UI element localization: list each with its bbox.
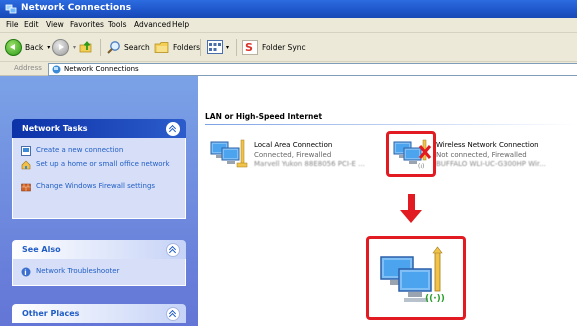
dropdown-arrow-icon[interactable]: ▾ (73, 44, 76, 51)
address-value: Network Connections (64, 65, 139, 73)
see-also-header[interactable]: See Also (12, 240, 186, 259)
network-tasks-body: Create a new connection Set up a home or… (12, 138, 186, 219)
connection-name: Wireless Network Connection (436, 141, 539, 149)
up-folder-icon (79, 41, 92, 53)
see-also-body: i Network Troubleshooter (12, 259, 186, 286)
toolbar-separator (100, 39, 101, 56)
forward-button[interactable]: ▾ (52, 38, 76, 56)
folder-sync-icon: S (242, 39, 258, 55)
folders-label: Folders (173, 42, 201, 52)
firewall-icon (21, 183, 31, 192)
views-button[interactable]: ▾ (207, 39, 229, 55)
home-network-setup-label: Set up a home or small office network (36, 160, 170, 168)
address-field[interactable]: Network Connections (48, 63, 577, 76)
menu-file[interactable]: File (6, 20, 19, 29)
menu-advanced[interactable]: Advanced (134, 20, 171, 29)
wireless-signal-badge: ((·)) (425, 294, 445, 304)
other-places-panel: Other Places (12, 304, 186, 323)
window-title: Network Connections (21, 3, 132, 13)
group-title: LAN or High-Speed Internet (205, 112, 323, 121)
folder-sync-label: Folder Sync (262, 42, 306, 52)
network-tasks-title: Network Tasks (22, 124, 88, 133)
up-folder-button[interactable] (78, 39, 94, 55)
menu-bar: File Edit View Favorites Tools Advanced … (0, 18, 577, 33)
group-divider (205, 124, 577, 125)
local-area-connection-item[interactable]: Local Area Connection Connected, Firewal… (208, 136, 378, 172)
network-connection-icon (210, 139, 248, 168)
connection-name: Local Area Connection (254, 141, 333, 149)
dropdown-arrow-icon[interactable]: ▾ (226, 44, 229, 51)
network-tasks-header[interactable]: Network Tasks (12, 119, 186, 138)
help-icon: i (21, 267, 31, 277)
network-connections-icon (52, 65, 61, 74)
toolbar-separator (200, 39, 201, 56)
network-tasks-panel: Network Tasks Create a new connection Se… (12, 119, 186, 219)
connection-status: Connected, Firewalled (254, 150, 332, 159)
svg-text:i: i (24, 269, 26, 277)
search-label: Search (124, 42, 150, 52)
back-label: Back (25, 42, 44, 52)
forward-arrow-icon (52, 38, 69, 56)
folder-sync-button[interactable]: S Folder Sync (242, 39, 306, 55)
connection-device: BUFFALO WLI-UC-G300HP Wir... (436, 160, 546, 168)
menu-view[interactable]: View (46, 20, 64, 29)
connection-device: Marvell Yukon 88E8056 PCI-E ... (254, 160, 365, 168)
back-button[interactable]: Back ▾ (5, 38, 50, 56)
search-icon (107, 40, 120, 54)
menu-tools[interactable]: Tools (108, 20, 126, 29)
network-troubleshooter-label: Network Troubleshooter (36, 267, 120, 275)
home-network-icon (21, 160, 31, 170)
menu-favorites[interactable]: Favorites (70, 20, 104, 29)
task-pane: Network Tasks Create a new connection Se… (0, 76, 198, 326)
callout-arrow-head-icon (400, 210, 422, 223)
highlight-box (386, 131, 436, 177)
address-bar: Address Network Connections (0, 62, 577, 76)
menu-help[interactable]: Help (172, 20, 189, 29)
see-also-panel: See Also i Network Troubleshooter (12, 240, 186, 286)
other-places-header[interactable]: Other Places (12, 304, 186, 323)
other-places-title: Other Places (22, 309, 80, 318)
toolbar: Back ▾ ▾ Search Folders ▾ S Folder Sync (0, 33, 577, 62)
search-button[interactable]: Search (106, 39, 150, 55)
title-bar[interactable]: Network Connections (0, 0, 577, 18)
back-arrow-icon (5, 38, 22, 56)
folders-icon (154, 41, 169, 53)
address-label: Address (14, 64, 42, 72)
svg-text:S: S (245, 41, 253, 54)
folders-button[interactable]: Folders (154, 39, 200, 55)
windows-firewall-label: Change Windows Firewall settings (36, 182, 156, 190)
new-connection-icon (21, 146, 31, 156)
zoomed-highlight-box: ((·)) (366, 236, 466, 320)
collapse-chevron-icon[interactable] (166, 307, 180, 321)
create-new-connection-label: Create a new connection (36, 146, 124, 154)
network-connections-window: Network Connections File Edit View Favor… (0, 0, 577, 326)
connection-status: Not connected, Firewalled (436, 150, 527, 159)
collapse-chevron-icon[interactable] (166, 243, 180, 257)
dropdown-arrow-icon[interactable]: ▾ (47, 44, 50, 51)
menu-edit[interactable]: Edit (24, 20, 39, 29)
network-connections-icon (5, 4, 17, 14)
collapse-chevron-icon[interactable] (166, 122, 180, 136)
toolbar-separator (236, 39, 237, 56)
views-icon (207, 40, 223, 54)
see-also-title: See Also (22, 245, 61, 254)
